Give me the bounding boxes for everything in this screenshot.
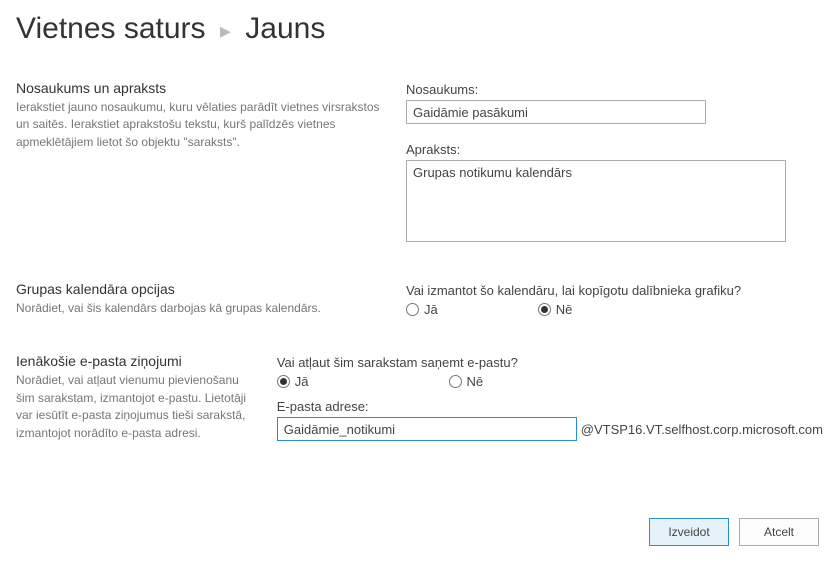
section-desc: Norādiet, vai šis kalendārs darbojas kā … <box>16 300 386 317</box>
radio-yes-group[interactable]: Jā <box>406 302 438 317</box>
section-left: Nosaukums un apraksts Ierakstiet jauno n… <box>16 80 406 245</box>
breadcrumb-parent[interactable]: Vietnes saturs <box>16 12 206 45</box>
email-input[interactable] <box>277 417 577 441</box>
share-schedule-radio-row: Jā Nē <box>406 302 823 317</box>
radio-no-group[interactable]: Nē <box>449 374 484 389</box>
section-group-calendar: Grupas kalendāra opcijas Norādiet, vai š… <box>16 281 823 317</box>
section-name-description: Nosaukums un apraksts Ierakstiet jauno n… <box>16 80 823 245</box>
button-row: Izveidot Atcelt <box>649 518 819 546</box>
section-desc: Norādiet, vai atļaut vienumu pievienošan… <box>16 372 257 442</box>
allow-email-radio-row: Jā Nē <box>277 374 823 389</box>
share-schedule-question: Vai izmantot šo kalendāru, lai kopīgotu … <box>406 283 823 298</box>
section-title: Grupas kalendāra opcijas <box>16 281 386 297</box>
section-title: Ienākošie e-pasta ziņojumi <box>16 353 257 369</box>
radio-yes-label: Jā <box>295 374 309 389</box>
allow-email-question: Vai atļaut šim sarakstam saņemt e-pastu? <box>277 355 823 370</box>
section-left: Ienākošie e-pasta ziņojumi Norādiet, vai… <box>16 353 277 442</box>
section-right: Nosaukums: Apraksts: Grupas notikumu kal… <box>406 80 823 245</box>
email-row: @VTSP16.VT.selfhost.corp.microsoft.com <box>277 417 823 441</box>
section-right: Vai atļaut šim sarakstam saņemt e-pastu?… <box>277 353 823 442</box>
chevron-right-icon: ▸ <box>220 18 231 43</box>
radio-icon <box>538 303 551 316</box>
email-address-label: E-pasta adrese: <box>277 399 823 414</box>
radio-icon <box>406 303 419 316</box>
radio-yes-label: Jā <box>424 302 438 317</box>
section-left: Grupas kalendāra opcijas Norādiet, vai š… <box>16 281 406 317</box>
radio-icon <box>277 375 290 388</box>
radio-icon <box>449 375 462 388</box>
radio-no-label: Nē <box>467 374 484 389</box>
section-title: Nosaukums un apraksts <box>16 80 386 96</box>
description-label: Apraksts: <box>406 142 823 157</box>
email-domain: @VTSP16.VT.selfhost.corp.microsoft.com <box>581 422 823 437</box>
section-right: Vai izmantot šo kalendāru, lai kopīgotu … <box>406 281 823 317</box>
section-desc: Ierakstiet jauno nosaukumu, kuru vēlatie… <box>16 99 386 151</box>
description-textarea[interactable]: Grupas notikumu kalendārs <box>406 160 786 242</box>
cancel-button[interactable]: Atcelt <box>739 518 819 546</box>
name-label: Nosaukums: <box>406 82 823 97</box>
name-input[interactable] <box>406 100 706 124</box>
section-incoming-email: Ienākošie e-pasta ziņojumi Norādiet, vai… <box>16 353 823 442</box>
radio-no-group[interactable]: Nē <box>538 302 573 317</box>
breadcrumb: Vietnes saturs ▸ Jauns <box>16 12 823 46</box>
create-button[interactable]: Izveidot <box>649 518 729 546</box>
radio-yes-group[interactable]: Jā <box>277 374 309 389</box>
breadcrumb-current: Jauns <box>245 12 325 45</box>
radio-no-label: Nē <box>556 302 573 317</box>
